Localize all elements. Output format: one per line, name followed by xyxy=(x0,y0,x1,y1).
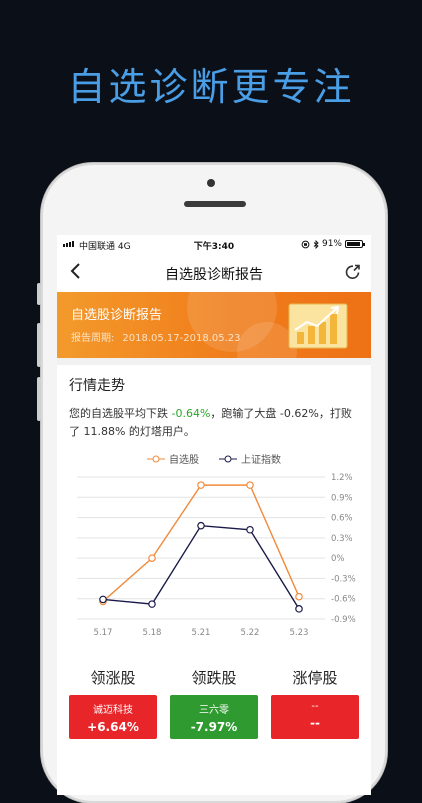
page-title: 自选股诊断报告 xyxy=(165,267,263,283)
x-tick-label: 5.22 xyxy=(241,628,260,638)
x-tick-label: 5.21 xyxy=(192,628,211,638)
battery-icon xyxy=(345,240,365,248)
x-tick-label: 5.18 xyxy=(143,628,162,638)
section-divider xyxy=(57,358,371,365)
limit-up-stock-card[interactable]: -- -- xyxy=(271,695,359,739)
rising-header: 领涨股 xyxy=(90,669,136,687)
banner-title: 自选股诊断报告 xyxy=(71,308,163,323)
x-tick-label: 5.23 xyxy=(290,628,309,638)
headline: 自选诊断更专注 xyxy=(67,65,355,109)
volume-up-button xyxy=(37,323,41,367)
y-tick-label: 1.2% xyxy=(331,473,353,483)
x-tick-label: 5.17 xyxy=(94,628,113,638)
series-line-0 xyxy=(102,484,300,602)
data-point xyxy=(99,595,107,604)
rising-stock-name: 诚迈科技 xyxy=(93,705,133,716)
limit-up-stock-column: 涨停股 -- -- xyxy=(271,665,359,739)
falling-stock-card[interactable]: 三六零 -7.97% xyxy=(170,695,258,739)
share-icon xyxy=(345,264,360,279)
rising-stock-column: 领涨股 诚迈科技 +6.64% xyxy=(69,665,157,739)
falling-header: 领跌股 xyxy=(191,669,237,687)
earpiece-speaker xyxy=(184,201,246,207)
y-tick-label: 0.3% xyxy=(331,534,353,544)
stock-highlights: 领涨股 诚迈科技 +6.64% 领跌股 三六零 -7.97% 涨停股 -- -- xyxy=(57,665,371,795)
falling-stock-name: 三六零 xyxy=(199,705,229,716)
y-tick-label: 0.9% xyxy=(331,493,353,503)
data-point xyxy=(197,481,205,489)
data-point xyxy=(148,554,156,562)
report-banner: 自选股诊断报告 报告周期: 2018.05.17-2018.05.23 xyxy=(57,292,371,358)
limit-up-header: 涨停股 xyxy=(292,669,338,687)
y-tick-label: -0.9% xyxy=(331,615,356,625)
share-button[interactable] xyxy=(345,264,361,284)
data-point xyxy=(246,481,254,489)
y-tick-label: -0.6% xyxy=(331,595,356,605)
front-camera xyxy=(207,179,215,187)
data-point xyxy=(148,600,156,608)
legend-marker-portfolio xyxy=(147,455,165,462)
rising-stock-value: +6.64% xyxy=(87,720,139,734)
trend-line-chart: 1.2% 0.9% 0.6% 0.3% 0% -0.3% -0.6% -0.9% 5.17 5.1… xyxy=(77,473,356,638)
phone-frame: 中国联通 4G 下午3:40 91% 自选股诊断报告 自选股诊断报告 报告周期:… xyxy=(37,163,387,803)
falling-stock-value: -7.97% xyxy=(190,720,238,734)
legend-marker-index xyxy=(219,455,237,462)
bluetooth-icon xyxy=(313,239,319,249)
data-point xyxy=(295,605,303,613)
rising-stock-card[interactable]: 诚迈科技 +6.64% xyxy=(69,695,157,739)
avg-change-value: -0.64% xyxy=(171,407,211,420)
battery-percent: 91% xyxy=(321,239,342,249)
mute-switch xyxy=(37,283,41,305)
orientation-lock-icon xyxy=(301,240,310,248)
limit-up-stock-value: -- xyxy=(310,716,320,730)
limit-up-stock-name: -- xyxy=(311,701,319,712)
data-point xyxy=(246,525,254,534)
falling-stock-column: 领跌股 三六零 -7.97% xyxy=(170,665,258,739)
y-tick-label: -0.3% xyxy=(331,574,356,584)
status-right: 91% xyxy=(301,239,365,249)
y-tick-label: 0% xyxy=(331,554,345,564)
nav-bar: 自选股诊断报告 xyxy=(57,255,371,291)
y-tick-label: 0.6% xyxy=(331,514,353,524)
trend-summary: 您的自选股平均下跌 -0.64%，跑输了大盘 -0.62%，打败了 11.88%… xyxy=(69,407,352,438)
volume-down-button xyxy=(37,377,41,421)
growth-chart-icon xyxy=(288,303,348,349)
trend-section-title: 行情走势 xyxy=(69,378,125,394)
app-screen: 中国联通 4G 下午3:40 91% 自选股诊断报告 自选股诊断报告 报告周期:… xyxy=(57,235,371,795)
data-point xyxy=(295,592,303,601)
data-point xyxy=(197,521,205,530)
status-bar: 中国联通 4G 下午3:40 91% xyxy=(57,235,371,255)
report-period: 报告周期: 2018.05.17-2018.05.23 xyxy=(71,333,241,344)
